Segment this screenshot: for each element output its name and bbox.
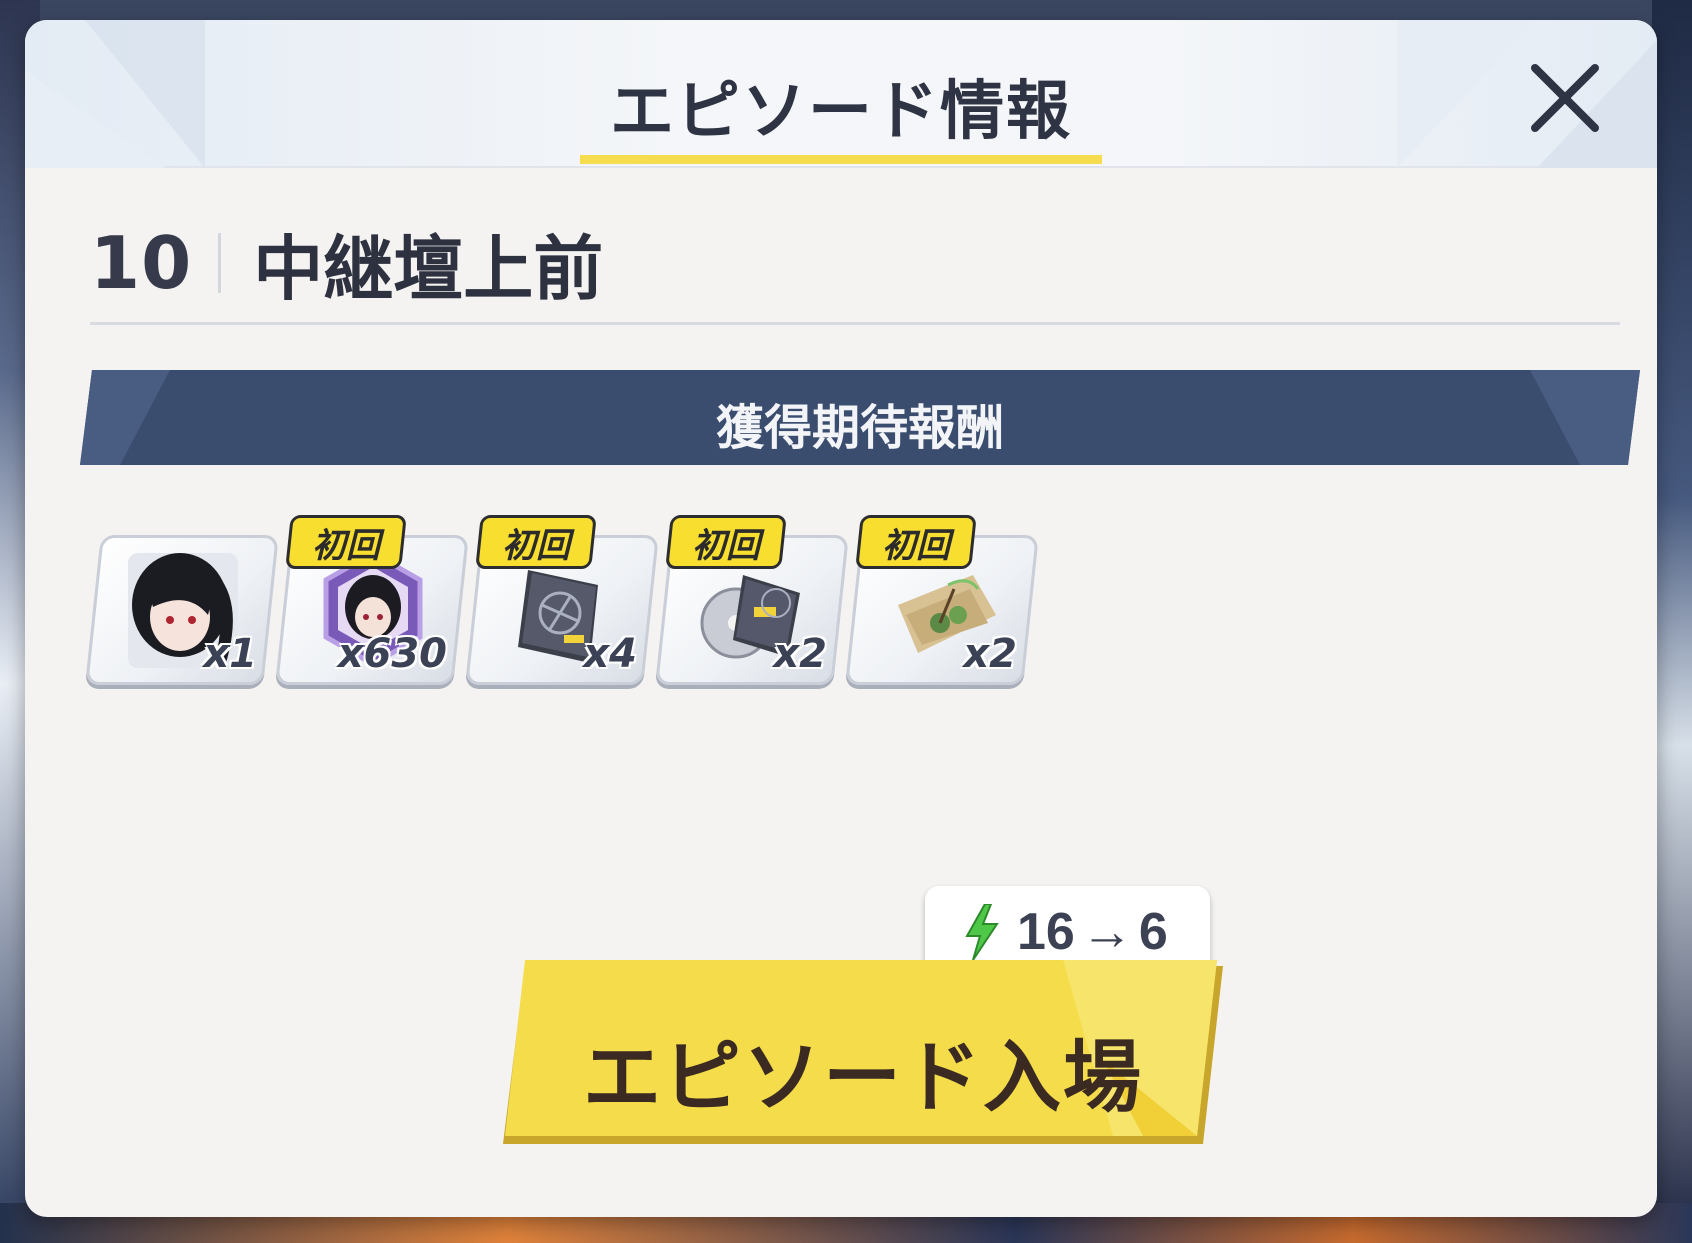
reward-quantity: x2 [963,631,1017,677]
episode-number: 10 [90,221,193,305]
first-clear-badge: 初回 [665,515,787,569]
enter-episode-button[interactable]: エピソード入場 [503,960,1223,1150]
heading-divider [90,322,1620,325]
first-clear-badge: 初回 [855,515,977,569]
episode-separator [218,233,222,293]
episode-info-dialog: エピソード情報 10 中継壇上前 獲得期待報酬 x1 初回 x630 初回 x4… [25,20,1657,1217]
episode-name: 中継壇上前 [253,227,604,310]
episode-heading: 10 中継壇上前 [90,208,603,318]
reward-item[interactable]: x1 [85,515,279,685]
close-button[interactable] [1525,58,1605,138]
background-right [1652,0,1692,1243]
energy-cost-to: 6 [1138,903,1168,961]
arrow-right-icon: → [1080,903,1133,961]
reward-item[interactable]: 初回 x2 [845,515,1039,685]
reward-item[interactable]: 初回 x4 [465,515,659,685]
first-clear-badge: 初回 [475,515,597,569]
rewards-banner: 獲得期待報酬 [80,370,1640,465]
energy-lightning-icon [965,904,999,960]
reward-item[interactable]: 初回 x2 [655,515,849,685]
rewards-label: 獲得期待報酬 [715,400,1004,456]
enter-episode-label: エピソード入場 [582,1033,1143,1123]
reward-quantity: x1 [203,631,257,677]
rewards-list: x1 初回 x630 初回 x4 初回 x2 初回 x2 [85,515,1039,695]
dialog-header: エピソード情報 [25,20,1657,168]
reward-quantity: x2 [773,631,827,677]
title-underline [580,155,1102,164]
reward-quantity: x630 [337,631,447,677]
close-icon [1531,64,1599,132]
first-clear-badge: 初回 [285,515,407,569]
dialog-title: エピソード情報 [610,75,1072,149]
reward-item[interactable]: 初回 x630 [275,515,469,685]
energy-cost-from: 16 [1017,903,1075,961]
reward-quantity: x4 [583,631,637,677]
